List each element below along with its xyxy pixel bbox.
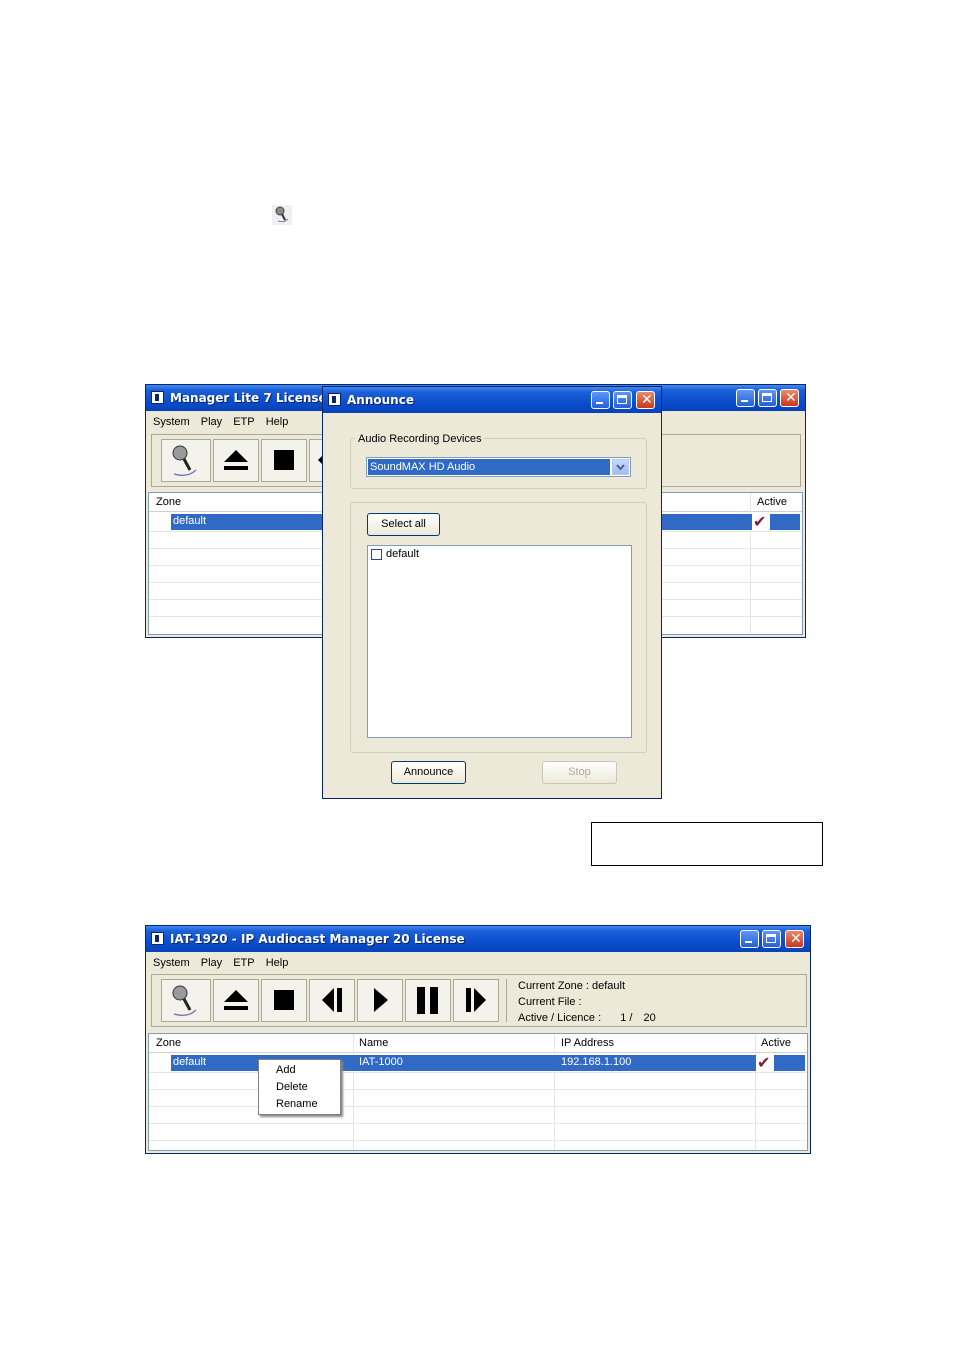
close-button[interactable]: ✕ [785,930,804,948]
microphone-icon [172,445,197,477]
active-cell[interactable]: ✔ [756,1055,774,1071]
current-zone-label: Current Zone : [518,980,589,992]
stop-button[interactable] [261,979,307,1022]
stop-icon [274,990,294,1010]
device-select[interactable]: SoundMAX HD Audio [366,457,631,477]
stop-button[interactable]: Stop [542,761,617,784]
previous-icon [322,988,342,1012]
eject-icon [224,990,248,1010]
menu-help[interactable]: Help [266,957,289,969]
microphone-icon [172,985,197,1017]
column-name[interactable]: Name [359,1037,388,1049]
column-zone[interactable]: Zone [156,496,181,508]
eject-icon [224,450,248,470]
close-button[interactable]: ✕ [636,391,655,409]
current-zone-value: default [591,980,626,992]
dropdown-button[interactable] [612,459,629,475]
caption-box [591,822,823,866]
window-title: IAT-1920 - IP Audiocast Manager 20 Licen… [170,932,465,946]
audiocast-manager-window: IAT-1920 - IP Audiocast Manager 20 Licen… [145,925,811,1154]
device-select-value: SoundMAX HD Audio [368,459,610,475]
minimize-button[interactable] [740,930,759,948]
menu-system[interactable]: System [153,957,190,969]
previous-button[interactable] [309,979,355,1022]
stop-button[interactable] [261,439,307,482]
pause-button[interactable] [405,979,451,1022]
column-ip-address[interactable]: IP Address [561,1037,614,1049]
menu-play[interactable]: Play [201,416,222,428]
select-all-button[interactable]: Select all [367,513,440,536]
play-icon [374,988,388,1012]
zone-cell: default [173,1056,207,1068]
current-file-label: Current File : [518,996,582,1008]
context-menu-add[interactable]: Add [259,1062,340,1079]
close-button[interactable]: ✕ [780,389,799,407]
menu-bar: System Play ETP Help [153,957,296,973]
zone-list: default [367,545,632,738]
group-label: Audio Recording Devices [356,433,484,445]
column-active[interactable]: Active [757,496,787,508]
name-cell: IAT-1000 [359,1056,403,1068]
announce-button[interactable]: Announce [391,761,466,784]
licence-separator: / [629,1012,633,1024]
context-menu-delete[interactable]: Delete [259,1079,340,1096]
app-icon [328,393,341,406]
context-menu-rename[interactable]: Rename [259,1096,340,1113]
maximize-button[interactable] [758,389,777,407]
microphone-icon [272,205,292,225]
announce-dialog: Announce ✕ Audio Recording Devices Sound… [322,386,662,799]
menu-help[interactable]: Help [266,416,289,428]
menu-play[interactable]: Play [201,957,222,969]
toolbar-divider [506,979,507,1022]
app-icon [151,391,164,404]
eject-button[interactable] [213,979,259,1022]
zone-checkbox[interactable] [371,549,382,560]
title-bar[interactable]: Announce ✕ [323,387,661,413]
active-cell[interactable]: ✔ [752,514,770,530]
minimize-button[interactable] [736,389,755,407]
column-active[interactable]: Active [761,1037,791,1049]
eject-button[interactable] [213,439,259,482]
menu-system[interactable]: System [153,416,190,428]
chevron-down-icon [616,464,625,471]
device-table: Zone Name IP Address Active default IAT-… [148,1033,808,1151]
pause-icon [417,987,438,1014]
next-icon [466,988,486,1012]
column-zone[interactable]: Zone [156,1037,181,1049]
next-button[interactable] [453,979,499,1022]
status-panel: Current Zone : default Current File : Ac… [518,978,656,1026]
active-count: 1 [620,1012,627,1024]
play-button[interactable] [357,979,403,1022]
ip-address-cell: 192.168.1.100 [561,1056,632,1068]
menu-etp[interactable]: ETP [233,957,254,969]
minimize-button[interactable] [591,391,610,409]
dialog-title: Announce [347,393,414,407]
title-bar[interactable]: IAT-1920 - IP Audiocast Manager 20 Licen… [146,926,810,952]
announce-button[interactable] [161,979,211,1022]
window-title: Manager Lite 7 License - [170,391,336,405]
maximize-button[interactable] [613,391,632,409]
checkmark-icon: ✔ [757,1053,771,1072]
checkmark-icon: ✔ [753,512,767,531]
stop-icon [274,450,294,470]
zone-cell: default [173,515,207,527]
menu-bar: System Play ETP Help [153,416,296,432]
context-menu: Add Delete Rename [258,1059,341,1115]
licence-count: 20 [643,1012,656,1024]
zone-list-item[interactable]: default [386,548,419,560]
announce-button[interactable] [161,439,211,482]
maximize-button[interactable] [762,930,781,948]
app-icon [151,932,164,945]
toolbar: Current Zone : default Current File : Ac… [151,974,807,1027]
menu-etp[interactable]: ETP [233,416,254,428]
active-licence-label: Active / Licence : [518,1012,602,1024]
